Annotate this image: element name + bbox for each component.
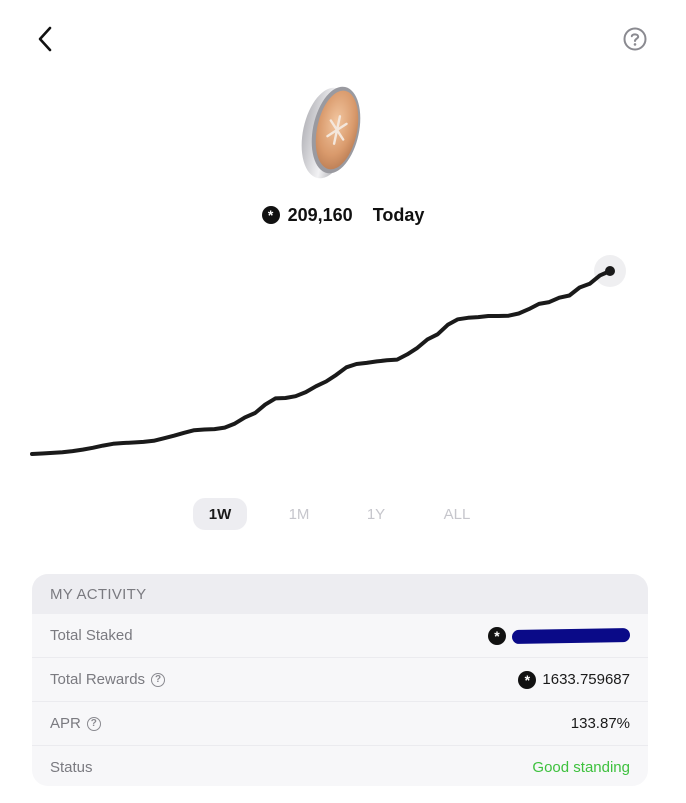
asterisk-token-icon: * — [518, 670, 537, 689]
redacted-value — [511, 627, 631, 644]
total-rewards-label: Total Rewards ? — [50, 671, 166, 688]
total-staked-label: Total Staked — [50, 627, 133, 644]
chevron-left-icon — [38, 26, 52, 52]
range-label: 1M — [288, 505, 310, 523]
balance-value: 209,160 — [287, 204, 353, 225]
question-circle-icon[interactable]: ? — [86, 716, 101, 731]
status-row: Status Good standing — [32, 746, 648, 786]
range-1y-button[interactable]: 1Y — [349, 498, 403, 530]
balance-line — [30, 269, 612, 456]
status-label: Status — [50, 759, 93, 776]
apr-value: 133.87% — [570, 715, 630, 732]
top-bar — [0, 0, 686, 80]
apr-row: APR ? 133.87% — [32, 702, 648, 746]
range-label: 1W — [208, 505, 232, 523]
range-label: 1Y — [366, 505, 386, 523]
last-point-marker — [605, 266, 615, 276]
total-rewards-row: Total Rewards ? * 1633.759687 — [32, 658, 648, 702]
question-circle-icon — [623, 27, 647, 51]
balance-chart — [30, 255, 626, 456]
range-1m-button[interactable]: 1M — [272, 498, 326, 530]
back-button[interactable] — [30, 22, 62, 58]
total-staked-value: * — [488, 626, 631, 645]
range-selector: 1W 1M 1Y ALL — [0, 498, 686, 530]
activity-card: MY ACTIVITY Total Staked * Total Rewards… — [32, 574, 648, 786]
asterisk-token-icon: * — [261, 206, 280, 224]
help-button[interactable] — [622, 26, 648, 52]
range-1w-button[interactable]: 1W — [193, 498, 247, 530]
asterisk-token-icon: * — [488, 626, 506, 645]
balance-period: Today — [372, 204, 425, 225]
status-value: Good standing — [532, 759, 630, 776]
apr-label: APR ? — [50, 715, 101, 732]
range-label: ALL — [443, 505, 471, 523]
balance-summary: * 209,160 Today — [0, 200, 686, 230]
activity-title: MY ACTIVITY — [32, 574, 648, 614]
coin-illustration — [301, 86, 361, 179]
total-rewards-value: * 1633.759687 — [518, 670, 630, 689]
question-circle-icon[interactable]: ? — [151, 672, 166, 687]
total-staked-row: Total Staked * — [32, 614, 648, 658]
range-all-button[interactable]: ALL — [430, 498, 484, 530]
